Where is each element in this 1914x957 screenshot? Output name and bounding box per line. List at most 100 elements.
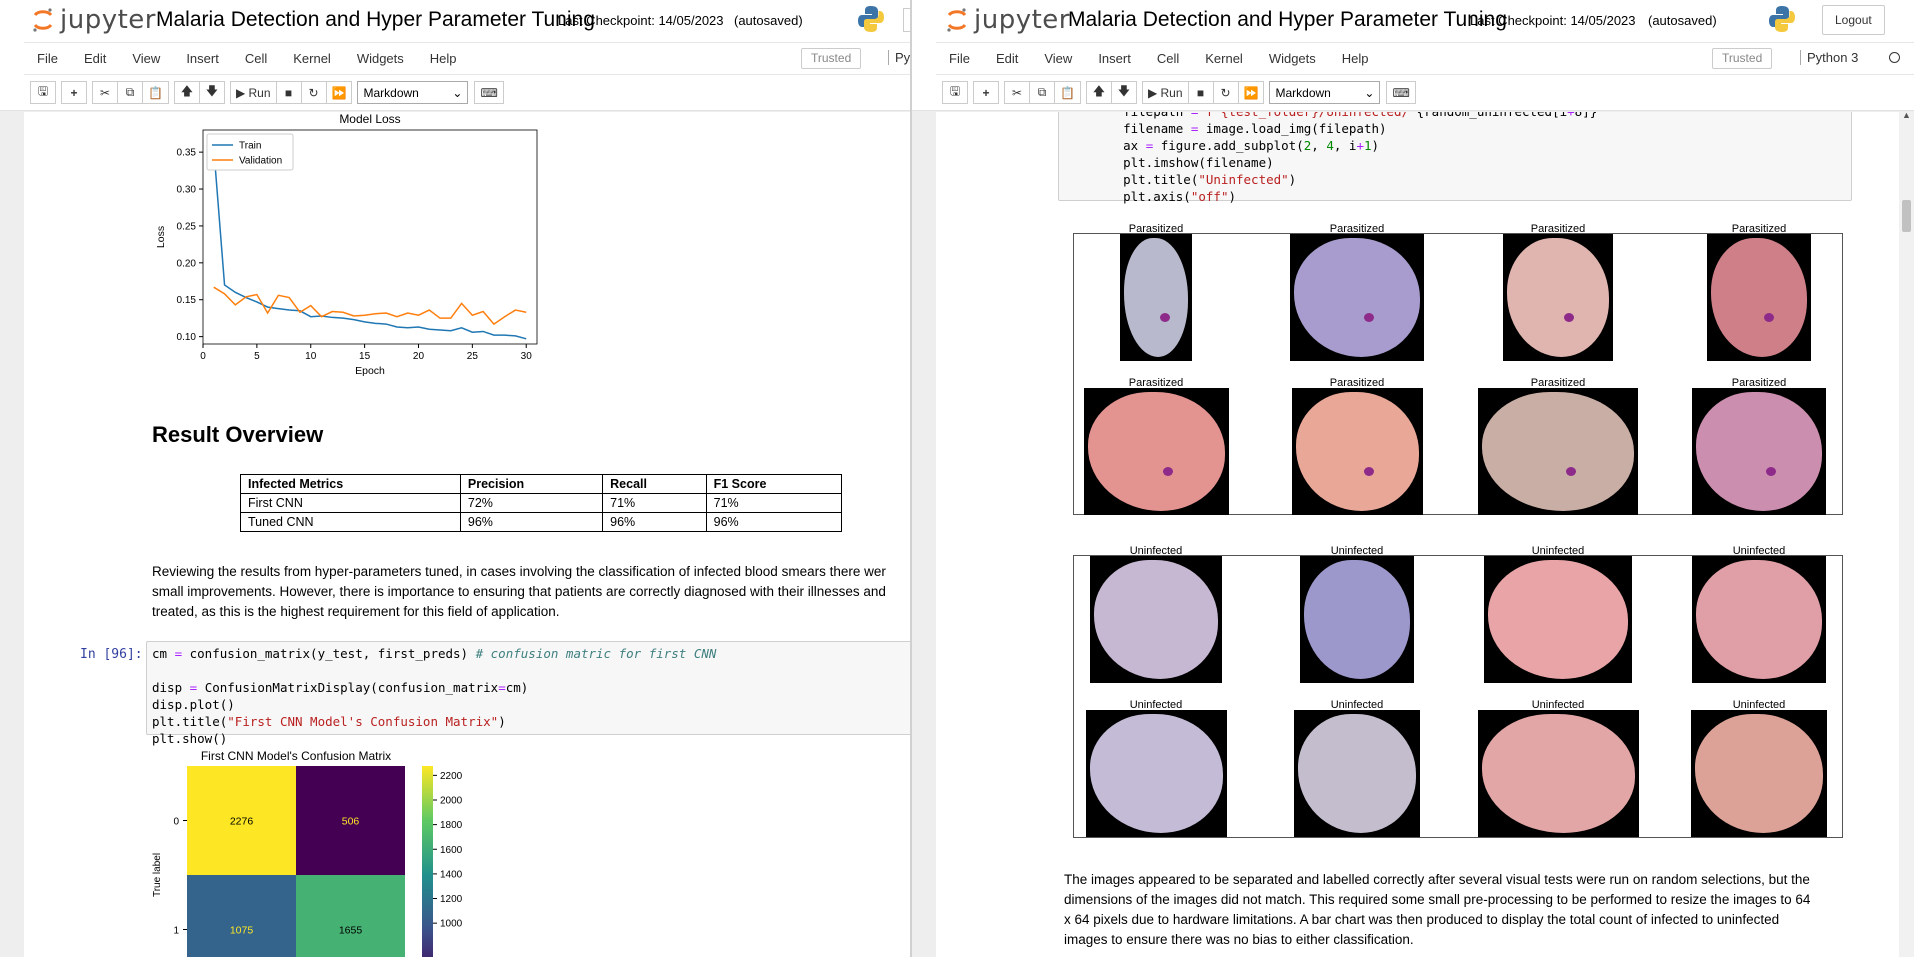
copy-button[interactable]: ⧉ [117, 81, 143, 104]
cell-type-select[interactable]: Markdown ⌄ [357, 81, 469, 104]
logout-button[interactable]: Logout [1822, 5, 1885, 35]
cell-body [1094, 560, 1218, 679]
run-button[interactable]: ▶ Run [229, 81, 277, 104]
menu-file[interactable]: File [24, 51, 71, 66]
notebook-title[interactable]: Malaria Detection and Hyper Parameter Tu… [156, 8, 595, 32]
colorbar-tick-label: 1800 [440, 820, 463, 831]
menu-insert[interactable]: Insert [173, 51, 232, 66]
restart-button[interactable]: ↻ [1212, 81, 1239, 104]
logout-button-partial[interactable] [903, 8, 910, 32]
jupyter-logo[interactable]: jupyter [946, 5, 1070, 35]
save-icon: 🖫 [949, 84, 961, 98]
copy-icon: ⧉ [1037, 85, 1047, 99]
colorbar-tick-label: 2000 [440, 795, 463, 806]
parasite-spot [1563, 312, 1574, 322]
menu-widgets[interactable]: Widgets [344, 51, 417, 66]
restart-run-all-button[interactable]: ⏩ [325, 81, 353, 104]
move-down-button[interactable]: 🡇 [198, 81, 225, 104]
code-editor[interactable]: filepath = f"{test_folder}/Uninfected/"{… [1093, 112, 1597, 205]
x-tick-label: 25 [467, 351, 479, 362]
copy-button[interactable]: ⧉ [1029, 81, 1055, 104]
paragraph-line: images to ensure there was no bias to ei… [1064, 932, 1414, 947]
brand-text: jupyter [60, 5, 156, 35]
cut-button[interactable]: ✂ [92, 81, 118, 104]
code-editor[interactable]: cm = confusion_matrix(y_test, first_pred… [152, 645, 716, 747]
trusted-indicator[interactable]: Trusted [1712, 48, 1773, 69]
menu-bar: File Edit View Insert Cell Kernel Widget… [936, 42, 1914, 75]
y-tick-label: 0.10 [177, 332, 197, 343]
move-down-button[interactable]: 🡇 [1110, 81, 1137, 104]
paste-button[interactable]: 📋 [1054, 81, 1081, 104]
insert-cell-button[interactable]: + [61, 81, 87, 104]
command-palette-button[interactable]: ⌨ [474, 81, 504, 104]
parasite-spot [1566, 466, 1576, 476]
save-button[interactable]: 🖫 [942, 81, 968, 104]
parasitized-cell-image [1707, 234, 1811, 361]
menu-kernel[interactable]: Kernel [1192, 51, 1256, 66]
cell-type-select[interactable]: Markdown ⌄ [1269, 81, 1381, 104]
header: jupyter Malaria Detection and Hyper Para… [0, 0, 910, 42]
notebook-area: Model Loss 0 5 10 15 20 25 30 0.10 0.15 0.20 0.25 0.… [0, 112, 910, 957]
interrupt-button[interactable]: ■ [1187, 81, 1214, 104]
cell-body [1696, 560, 1822, 679]
interrupt-button[interactable]: ■ [275, 81, 302, 104]
right-notebook-window: jupyter Malaria Detection and Hyper Para… [910, 0, 1914, 957]
menu-edit[interactable]: Edit [983, 51, 1031, 66]
notebook-title[interactable]: Malaria Detection and Hyper Parameter Tu… [1068, 8, 1507, 32]
cell-body [1695, 714, 1823, 833]
parasitized-cell-image [1291, 388, 1423, 515]
menu-cell[interactable]: Cell [232, 51, 280, 66]
restart-button[interactable]: ↻ [300, 81, 327, 104]
menu-widgets[interactable]: Widgets [1256, 51, 1329, 66]
menu-edit[interactable]: Edit [71, 51, 119, 66]
menu-insert[interactable]: Insert [1085, 51, 1144, 66]
run-button[interactable]: ▶ Run [1141, 81, 1189, 104]
uninfected-cell-image [1085, 710, 1227, 837]
table-cell: 96% [705, 512, 843, 532]
cell-type-value: Markdown [363, 85, 419, 100]
menu-help[interactable]: Help [1329, 51, 1382, 66]
run-label: Run [248, 85, 271, 100]
trusted-indicator[interactable]: Trusted [801, 48, 862, 69]
menu-cell[interactable]: Cell [1144, 51, 1192, 66]
paragraph-line: x 64 pixels due to hardware limitations.… [1064, 912, 1780, 927]
cell-body [1124, 238, 1188, 357]
keyboard-icon: ⌨ [1392, 85, 1410, 100]
scrollbar-thumb[interactable] [1902, 200, 1911, 232]
play-icon: ▶ [235, 85, 249, 100]
parasitized-cell-image [1083, 388, 1229, 515]
scrollbar[interactable]: ▲ [1899, 110, 1914, 957]
confusion-matrix-chart: First CNN Model's Confusion Matrix 2276 50… [152, 749, 463, 957]
move-up-button[interactable]: 🡅 [173, 81, 200, 104]
header-cell: Recall [602, 474, 707, 494]
model-loss-chart: Model Loss 0 5 10 15 20 25 30 0.10 0.15 0.20 0.25 0.… [155, 112, 538, 377]
x-tick-label: 0 [200, 351, 206, 362]
keyboard-icon: ⌨ [480, 85, 498, 100]
uninfected-cell-image [1692, 556, 1826, 683]
row-label: 0 [173, 817, 179, 828]
move-up-button[interactable]: 🡅 [1085, 81, 1112, 104]
autosave-status: (autosaved) [734, 13, 803, 28]
save-button[interactable]: 🖫 [30, 81, 56, 104]
legend: Train Validation [206, 133, 294, 171]
code-cell[interactable]: cm = confusion_matrix(y_test, first_pred… [146, 641, 910, 746]
matrix-value: 1075 [230, 925, 254, 937]
result-overview-heading: Result Overview [152, 422, 324, 447]
parasitized-cell-image [1120, 234, 1192, 361]
toolbar: 🖫 + ✂ ⧉ 📋 🡅 🡇 ▶ Run ■ ↻ ⏩ Markdown ⌄ ⌨ [24, 75, 910, 110]
command-palette-button[interactable]: ⌨ [1386, 81, 1416, 104]
cut-button[interactable]: ✂ [1004, 81, 1030, 104]
paste-button[interactable]: 📋 [142, 81, 169, 104]
parasite-spot [1159, 312, 1170, 322]
menu-view[interactable]: View [1031, 51, 1085, 66]
code-cell[interactable]: filepath = f"{test_folder}/Uninfected/"{… [1058, 112, 1852, 204]
scroll-up-icon[interactable]: ▲ [1902, 110, 1911, 120]
restart-run-all-button[interactable]: ⏩ [1237, 81, 1265, 104]
jupyter-logo[interactable]: jupyter [32, 5, 156, 35]
menu-view[interactable]: View [119, 51, 173, 66]
menu-file[interactable]: File [936, 51, 983, 66]
menu-kernel[interactable]: Kernel [280, 51, 344, 66]
insert-cell-button[interactable]: + [973, 81, 999, 104]
menu-help[interactable]: Help [417, 51, 470, 66]
cell-body [1304, 560, 1410, 679]
